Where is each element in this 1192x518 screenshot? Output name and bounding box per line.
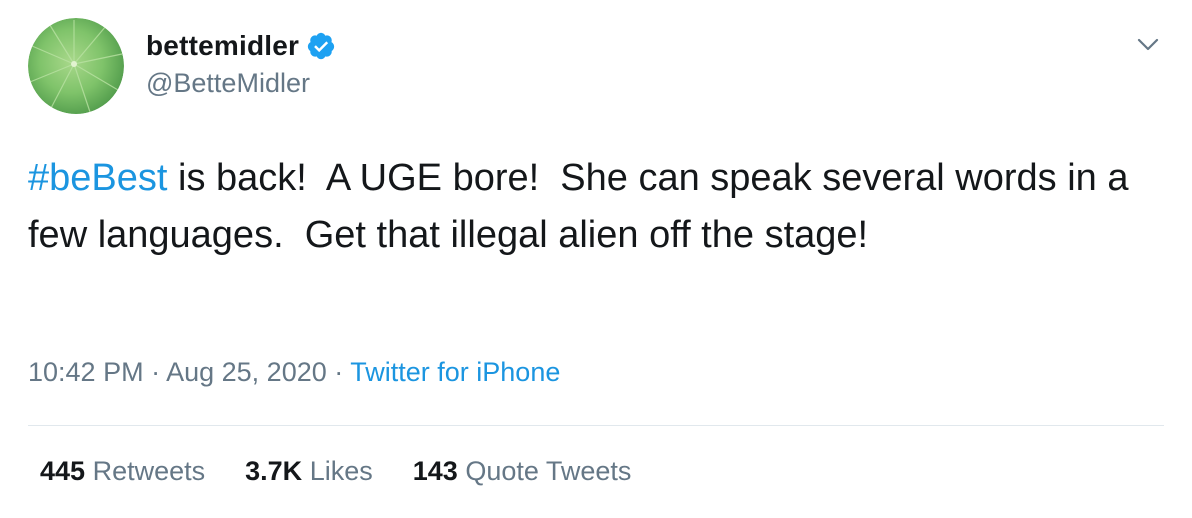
verified-badge-icon [306, 31, 336, 61]
meta-separator: · [326, 357, 351, 387]
quote-tweets-stat[interactable]: 143 Quote Tweets [413, 456, 632, 487]
tweet-source-link[interactable]: Twitter for iPhone [350, 357, 560, 387]
likes-stat[interactable]: 3.7K Likes [245, 456, 373, 487]
quote-tweets-count: 143 [412, 456, 458, 486]
lily-pad-avatar-icon [28, 18, 124, 114]
retweets-stat[interactable]: 445 Retweets [40, 456, 205, 487]
meta-separator: · [143, 357, 167, 387]
hashtag-link[interactable]: #beBest [28, 157, 167, 199]
author-name-row: bettemidler [146, 28, 336, 64]
tweet-date[interactable]: Aug 25, 2020 [166, 357, 327, 387]
divider [28, 425, 1164, 426]
tweet-meta: 10:42 PM · Aug 25, 2020 · Twitter for iP… [28, 357, 560, 388]
display-name[interactable]: bettemidler [146, 30, 299, 62]
chevron-down-icon[interactable] [1134, 30, 1162, 58]
author-handle[interactable]: @BetteMidler [146, 68, 310, 99]
tweet-card: bettemidler @BetteMidler #beBest is back… [0, 0, 1192, 518]
tweet-stats: 445 Retweets 3.7K Likes 143 Quote Tweets [40, 456, 671, 487]
avatar[interactable] [28, 18, 124, 114]
retweets-label: Retweets [92, 456, 206, 486]
tweet-time[interactable]: 10:42 PM [28, 357, 144, 387]
retweets-count: 445 [40, 456, 86, 486]
likes-label: Likes [309, 456, 373, 486]
tweet-text: #beBest is back! A UGE bore! She can spe… [28, 150, 1158, 264]
quote-tweets-label: Quote Tweets [465, 456, 632, 486]
tweet-body: is back! A UGE bore! She can speak sever… [28, 157, 1140, 256]
likes-count: 3.7K [245, 456, 303, 486]
